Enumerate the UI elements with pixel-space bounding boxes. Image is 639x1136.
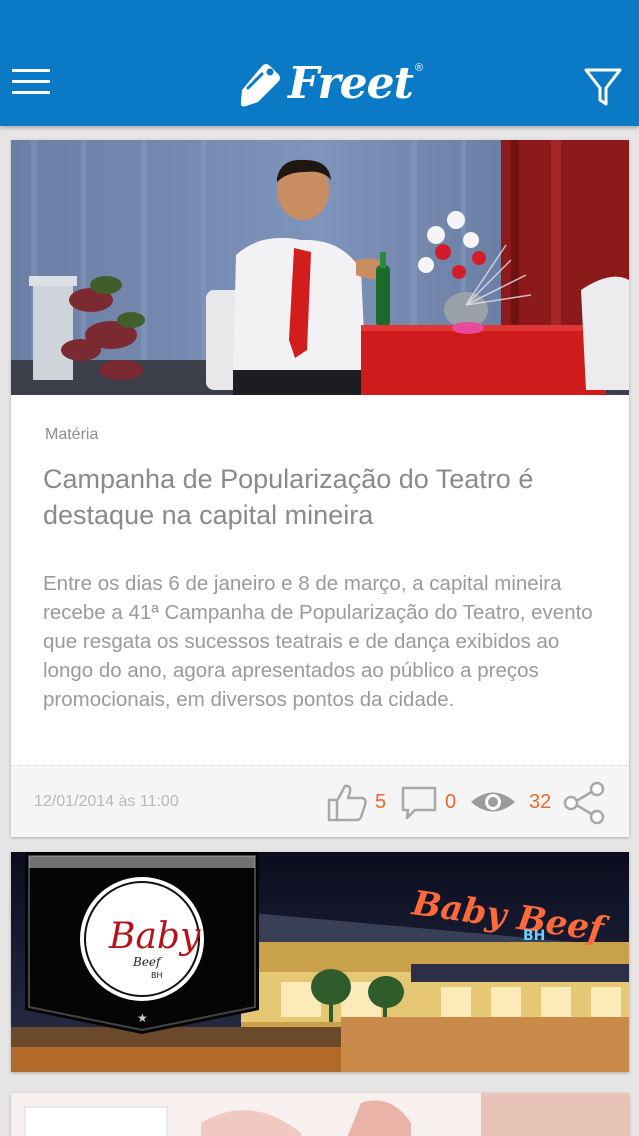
filter-button[interactable] (582, 64, 624, 110)
news-footer: 12/01/2014 às 11:00 5 0 32 (11, 765, 629, 837)
app-header: Freet ® (0, 0, 639, 126)
restaurant-night-photo[interactable]: Baby Beef BH Baby Beef BH ★ (11, 852, 629, 1072)
thumbs-up-icon (327, 784, 367, 822)
share-icon (563, 781, 605, 825)
news-image[interactable] (11, 1093, 629, 1136)
news-summary: Entre os dias 6 de janeiro e 8 de março,… (43, 572, 593, 711)
news-date: 12/01/2014 às 11:00 (34, 793, 179, 810)
share-button[interactable] (561, 781, 607, 825)
news-image[interactable] (11, 140, 629, 395)
logo-tag-icon (240, 64, 280, 107)
comment-bubble-icon (401, 786, 437, 820)
registered-mark: ® (414, 62, 424, 74)
theater-actor-photo (11, 140, 629, 395)
comment-count: 0 (445, 790, 457, 813)
hamburger-menu-icon (12, 69, 50, 94)
badge-logo-city: BH (151, 971, 163, 980)
news-title[interactable]: Campanha de Popularização do Teatro é de… (43, 461, 603, 533)
views-count: 32 (529, 790, 552, 813)
views-stat: 32 (469, 780, 551, 824)
news-card[interactable]: Baby Beef BH Baby Beef BH ★ (11, 852, 629, 1072)
star-icon: ★ (137, 1011, 148, 1025)
comment-button[interactable]: 0 (399, 780, 456, 824)
news-content[interactable]: Matéria Campanha de Popularização do Tea… (11, 395, 629, 765)
news-card[interactable]: Matéria Campanha de Popularização do Tea… (11, 140, 629, 837)
eye-icon (471, 792, 515, 812)
filter-funnel-icon (584, 68, 622, 106)
like-count: 5 (375, 790, 387, 813)
badge-logo-text: Baby (108, 916, 201, 957)
restaurant-sign-city: BH (523, 928, 545, 944)
news-card[interactable] (11, 1093, 629, 1136)
like-button[interactable]: 5 (325, 780, 386, 824)
app-logo: Freet ® (236, 56, 423, 112)
logo-wordmark: Freet (288, 58, 414, 109)
menu-button[interactable] (10, 60, 54, 104)
news-category: Matéria (45, 426, 99, 443)
badge-logo-sub: Beef (132, 955, 163, 969)
